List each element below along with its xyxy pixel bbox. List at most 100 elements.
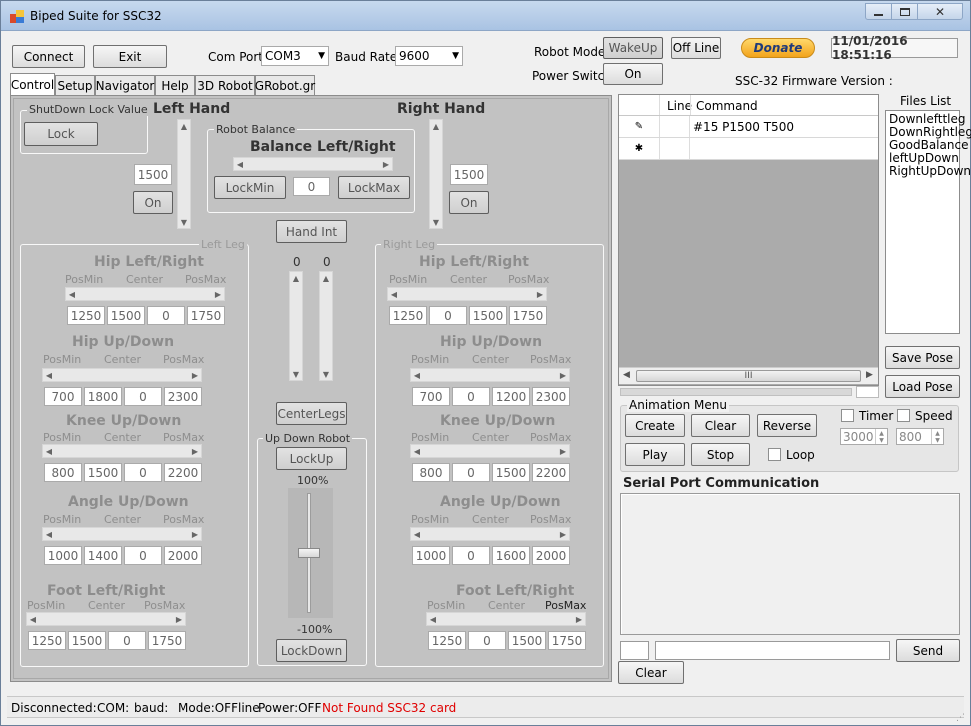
right-hip-lr-posmin-value[interactable]: 1250 — [389, 306, 427, 325]
right-angle-center-value[interactable]: 1600 — [492, 546, 530, 565]
stop-button[interactable]: Stop — [691, 443, 750, 466]
spin-down-icon[interactable]: ▼ — [931, 436, 943, 444]
left-angle-slider[interactable]: ◀ ▶ — [42, 527, 202, 541]
right-hip-lr-posmax-value[interactable]: 1750 — [509, 306, 547, 325]
tab-navigator[interactable]: Navigator — [95, 75, 155, 95]
balance-value[interactable]: 0 — [293, 177, 330, 196]
mid-right-slider[interactable]: ▲ ▼ — [319, 271, 333, 381]
grid-col-line[interactable]: Line — [667, 99, 692, 113]
left-angle-center-value[interactable]: 1400 — [84, 546, 122, 565]
grid-col-command[interactable]: Command — [696, 99, 758, 113]
right-hand-value[interactable]: 1500 — [450, 164, 488, 185]
grid-hscroll-thumb[interactable]: III — [636, 370, 861, 382]
timer-checkbox[interactable] — [841, 409, 854, 422]
lockmin-button[interactable]: LockMin — [214, 176, 286, 199]
right-knee-slider[interactable]: ◀ ▶ — [410, 444, 570, 458]
tab-help[interactable]: Help — [155, 75, 195, 95]
serial-input[interactable] — [655, 641, 890, 660]
left-knee-posmin-value[interactable]: 800 — [44, 463, 82, 482]
right-hand-slider[interactable]: ▲ ▼ — [429, 119, 443, 229]
left-foot-center-value[interactable]: 1500 — [68, 631, 106, 650]
right-foot-posmin-value[interactable]: 1250 — [428, 631, 466, 650]
serial-output[interactable] — [620, 493, 960, 635]
connect-button[interactable]: Connect — [12, 45, 85, 68]
speed-checkbox[interactable] — [897, 409, 910, 422]
right-foot-posmax-value[interactable]: 1750 — [548, 631, 586, 650]
grid-cell-line[interactable] — [660, 138, 690, 159]
left-angle-posmax-value[interactable]: 2000 — [164, 546, 202, 565]
command-grid[interactable]: Line Command ✎ #15 P1500 T500 ✱ ◀ III ▶ — [618, 94, 879, 386]
left-knee-posmax-value[interactable]: 2200 — [164, 463, 202, 482]
hand-int-button[interactable]: Hand Int — [276, 220, 347, 243]
anim-clear-button[interactable]: Clear — [691, 414, 750, 437]
right-hip-ud-center-value[interactable]: 1200 — [492, 387, 530, 406]
trackbar-thumb[interactable] — [298, 548, 320, 558]
grid-row[interactable]: ✎ #15 P1500 T500 — [619, 116, 878, 138]
offline-button[interactable]: Off Line — [671, 37, 721, 59]
left-knee-offset-value[interactable]: 0 — [124, 463, 162, 482]
load-pose-button[interactable]: Load Pose — [885, 375, 960, 398]
left-hip-lr-posmin-value[interactable]: 1250 — [67, 306, 105, 325]
right-angle-slider[interactable]: ◀ ▶ — [410, 527, 570, 541]
right-hip-ud-posmax-value[interactable]: 2300 — [532, 387, 570, 406]
send-button[interactable]: Send — [896, 639, 960, 662]
right-hip-lr-center-value[interactable]: 1500 — [469, 306, 507, 325]
left-foot-slider[interactable]: ◀ ▶ — [26, 612, 186, 626]
right-foot-center-value[interactable]: 1500 — [508, 631, 546, 650]
save-pose-button[interactable]: Save Pose — [885, 346, 960, 369]
mid-left-slider[interactable]: ▲ ▼ — [289, 271, 303, 381]
exit-button[interactable]: Exit — [93, 45, 167, 68]
serial-clear-button[interactable]: Clear — [618, 661, 684, 684]
updown-trackbar[interactable] — [288, 488, 333, 618]
grid-cell-command[interactable]: #15 P1500 T500 — [693, 120, 794, 134]
tab-3d-robot[interactable]: 3D Robot — [195, 75, 255, 95]
left-hip-ud-posmax-value[interactable]: 2300 — [164, 387, 202, 406]
close-button[interactable]: ✕ — [917, 3, 963, 20]
right-knee-posmax-value[interactable]: 2200 — [532, 463, 570, 482]
timer-spinner[interactable]: 3000 ▲ ▼ — [840, 428, 888, 445]
right-angle-offset-value[interactable]: 0 — [452, 546, 490, 565]
reverse-button[interactable]: Reverse — [757, 414, 817, 437]
tab-grobot[interactable]: GRobot.gr — [255, 75, 315, 95]
play-button[interactable]: Play — [625, 443, 685, 466]
left-hip-ud-offset-value[interactable]: 0 — [124, 387, 162, 406]
lockmax-button[interactable]: LockMax — [338, 176, 410, 199]
left-hip-lr-posmax-value[interactable]: 1750 — [187, 306, 225, 325]
left-hip-lr-offset-value[interactable]: 0 — [147, 306, 185, 325]
left-angle-offset-value[interactable]: 0 — [124, 546, 162, 565]
grid-cell-line[interactable] — [660, 116, 690, 137]
speed-spinner[interactable]: 800 ▲ ▼ — [896, 428, 944, 445]
right-foot-slider[interactable]: ◀ ▶ — [426, 612, 586, 626]
right-hand-on-button[interactable]: On — [449, 191, 489, 214]
left-hand-value[interactable]: 1500 — [134, 164, 172, 185]
wakeup-button[interactable]: WakeUp — [603, 37, 663, 59]
resize-grip-icon[interactable]: ⋰ — [956, 713, 966, 723]
left-hip-ud-posmin-value[interactable]: 700 — [44, 387, 82, 406]
right-knee-center-value[interactable]: 1500 — [492, 463, 530, 482]
tab-setup[interactable]: Setup — [55, 75, 95, 95]
left-hand-on-button[interactable]: On — [133, 191, 173, 214]
right-knee-posmin-value[interactable]: 800 — [412, 463, 450, 482]
minimize-button[interactable] — [865, 3, 892, 20]
left-foot-posmin-value[interactable]: 1250 — [28, 631, 66, 650]
file-item[interactable]: RightUpDown — [889, 165, 971, 178]
right-angle-posmin-value[interactable]: 1000 — [412, 546, 450, 565]
create-button[interactable]: Create — [625, 414, 685, 437]
maximize-button[interactable] — [891, 3, 918, 20]
right-angle-posmax-value[interactable]: 2000 — [532, 546, 570, 565]
right-hip-ud-slider[interactable]: ◀ ▶ — [410, 368, 570, 382]
right-hip-lr-offset-value[interactable]: 0 — [429, 306, 467, 325]
left-foot-posmax-value[interactable]: 1750 — [148, 631, 186, 650]
balance-slider[interactable]: ◀ ▶ — [233, 157, 393, 171]
center-legs-button[interactable]: CenterLegs — [276, 402, 347, 425]
files-listbox[interactable]: Downlefttleg DownRightleg GoodBalance le… — [885, 110, 971, 334]
right-hip-lr-slider[interactable]: ◀ ▶ — [387, 287, 547, 301]
serial-small-input[interactable] — [620, 641, 649, 660]
left-hip-lr-center-value[interactable]: 1500 — [107, 306, 145, 325]
loop-checkbox[interactable] — [768, 448, 781, 461]
baud-rate-select[interactable]: 9600 ▼ — [395, 46, 463, 66]
left-hip-ud-slider[interactable]: ◀ ▶ — [42, 368, 202, 382]
left-foot-offset-value[interactable]: 0 — [108, 631, 146, 650]
donate-button[interactable]: Donate — [741, 38, 815, 58]
lockdown-button[interactable]: LockDown — [276, 639, 347, 662]
